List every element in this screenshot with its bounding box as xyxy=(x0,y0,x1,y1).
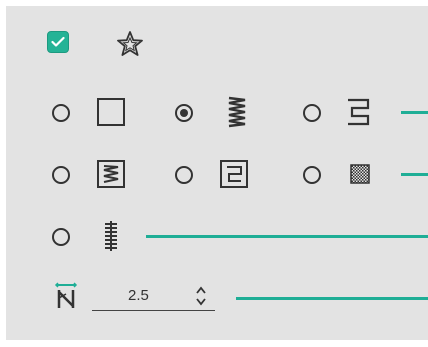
spinbox-underline xyxy=(92,310,215,311)
crosshatch-icon xyxy=(350,164,370,184)
boxed-s-curve-radio[interactable] xyxy=(175,166,193,184)
s-curve-icon xyxy=(346,97,372,127)
satin-square-icon xyxy=(96,97,126,127)
enable-checkbox[interactable] xyxy=(47,31,69,53)
checkmark-icon xyxy=(51,36,65,47)
crosshatch-preview-line xyxy=(401,173,428,176)
satin-square-radio[interactable] xyxy=(52,104,70,122)
ladder-radio[interactable] xyxy=(52,228,70,246)
stitch-spacing-value[interactable]: 2.5 xyxy=(128,287,149,304)
ladder-icon xyxy=(102,220,120,252)
ladder-preview-line xyxy=(146,235,428,238)
boxed-zigzag-icon xyxy=(96,159,126,189)
s-curve-preview-line xyxy=(401,111,428,114)
boxed-s-curve-icon xyxy=(219,159,249,189)
s-curve-radio[interactable] xyxy=(303,104,321,122)
zigzag-radio[interactable] xyxy=(175,104,193,122)
spin-up-down-icon[interactable] xyxy=(195,285,207,307)
star-icon[interactable] xyxy=(116,30,144,58)
crosshatch-radio[interactable] xyxy=(303,166,321,184)
stitch-spacing-icon xyxy=(54,282,78,310)
boxed-zigzag-radio[interactable] xyxy=(52,166,70,184)
zigzag-icon xyxy=(226,96,248,128)
spacing-preview-line xyxy=(236,297,428,300)
